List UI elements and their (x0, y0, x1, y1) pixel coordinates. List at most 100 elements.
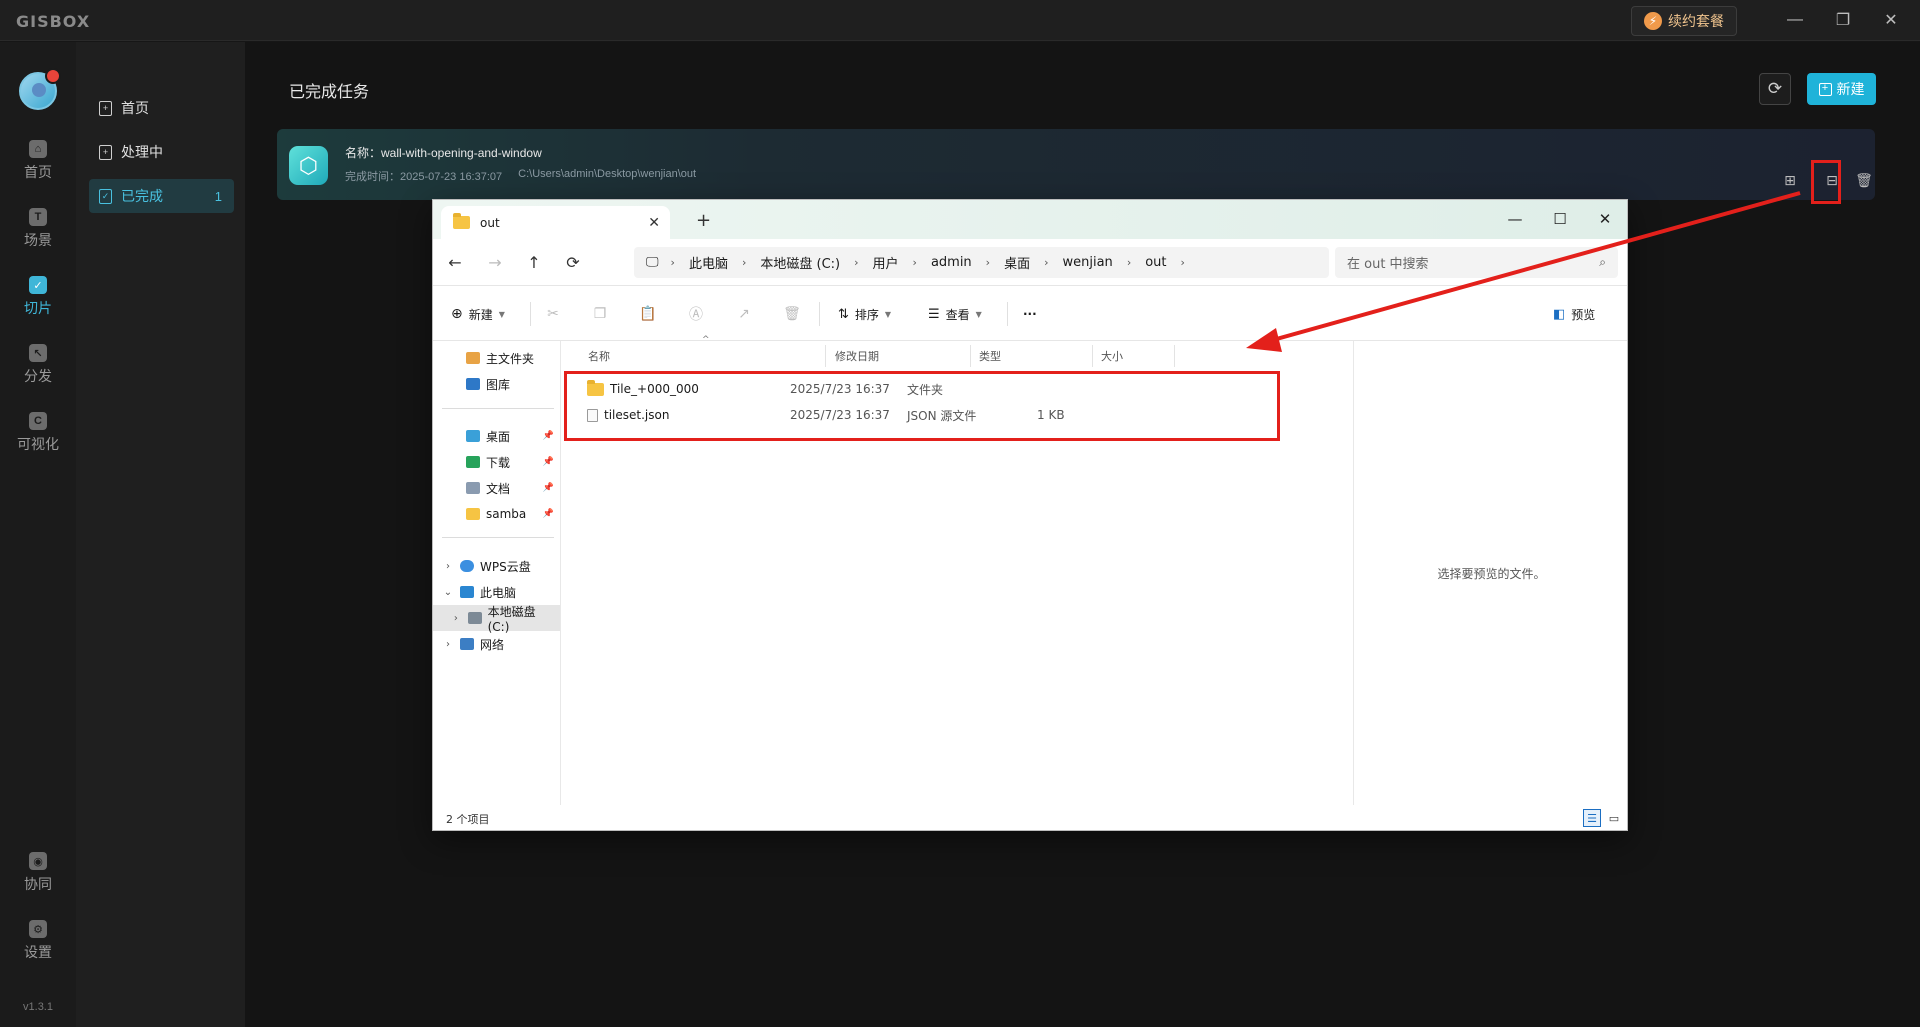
navigation-pane: 主文件夹 图库 桌面 📌 下载 📌 文档 📌 samba 📌 › WPS云盘 ⌄… (433, 341, 561, 805)
close-icon: ✕ (1884, 12, 1898, 29)
rail-item-scene[interactable]: T 场景 (0, 208, 76, 260)
new-item-button[interactable]: ⊕ 新建 ▼ (451, 300, 505, 328)
breadcrumb-item[interactable]: out (1137, 255, 1174, 270)
chevron-down-icon: ▼ (884, 309, 892, 319)
column-header-name[interactable]: 名称 (582, 345, 826, 367)
subnav-item-processing[interactable]: + 处理中 (89, 135, 234, 169)
renew-plan-button[interactable]: ⚡ 续约套餐 (1631, 6, 1737, 36)
nav-item-home[interactable]: 主文件夹 (433, 345, 560, 371)
nav-item-network[interactable]: › 网络 (433, 631, 560, 657)
close-button[interactable]: ✕ (1878, 8, 1904, 32)
version-label: v1.3.1 (23, 1001, 53, 1013)
sort-label: 排序 (854, 307, 879, 322)
more-options-button[interactable]: ··· (1023, 300, 1037, 328)
cube-icon: ⬡ (289, 146, 328, 185)
computer-icon: 🖵 (646, 255, 659, 270)
column-header-type[interactable]: 类型 (973, 345, 1093, 367)
breadcrumb-item[interactable]: admin (923, 255, 980, 270)
add-circle-icon: ⊕ (451, 306, 463, 322)
task-path: C:\Users\admin\Desktop\wenjian\out (518, 168, 697, 180)
rail-item-collab[interactable]: ◉ 协同 (0, 852, 76, 904)
cut-button[interactable]: ✂ (540, 300, 566, 328)
subnav-item-home[interactable]: + 首页 (89, 91, 234, 125)
nav-item-this-pc[interactable]: ⌄ 此电脑 (433, 579, 560, 605)
breadcrumb-item[interactable]: 此电脑 (681, 253, 736, 272)
rail-item-settings[interactable]: ⚙ 设置 (0, 920, 76, 972)
details-view-button[interactable]: ☰ (1583, 809, 1601, 827)
divider (442, 408, 554, 409)
paste-button[interactable]: 📋 (635, 300, 661, 328)
forward-button[interactable]: → (483, 250, 507, 274)
nav-item-local-disk[interactable]: › 本地磁盘 (C:) (433, 604, 560, 634)
divider (819, 302, 820, 326)
subnav-item-completed[interactable]: ✓ 已完成 1 (89, 179, 234, 213)
nav-item-label: 本地磁盘 (C:) (487, 604, 536, 634)
explorer-tab[interactable]: out ✕ (441, 206, 670, 239)
refresh-button[interactable]: ⟳ (561, 250, 585, 274)
tiles-view-button[interactable]: ▭ (1605, 809, 1623, 827)
subnav-item-label: 首页 (121, 100, 149, 116)
avatar[interactable] (19, 68, 61, 110)
home-folder-icon (466, 352, 480, 364)
breadcrumb-item[interactable]: 用户 (865, 253, 907, 272)
new-task-button[interactable]: + 新建 (1807, 73, 1876, 105)
rail-item-visualization[interactable]: C 可视化 (0, 412, 76, 464)
breadcrumb-item[interactable]: wenjian (1055, 255, 1121, 270)
nav-item-gallery[interactable]: 图库 (433, 371, 560, 397)
preview-label: 预览 (1571, 307, 1596, 322)
sort-button[interactable]: ⇅ 排序 ▼ (838, 300, 891, 328)
annotation-highlight-files (564, 371, 1280, 441)
rail-item-label: 首页 (24, 164, 52, 180)
nav-item-desktop[interactable]: 桌面 📌 (433, 423, 560, 449)
sort-indicator-icon: ^ (702, 335, 710, 345)
settings-icon: ⚙ (29, 920, 47, 938)
rail-item-home[interactable]: ⌂ 首页 (0, 140, 76, 192)
preview-pane-button[interactable]: ◧ 预览 (1553, 300, 1595, 328)
restore-button[interactable]: ❐ (1830, 8, 1856, 32)
arrow-left-icon: ← (448, 252, 462, 272)
delete-task-button[interactable]: 🗑 (1854, 170, 1874, 190)
nav-item-wps-cloud[interactable]: › WPS云盘 (433, 553, 560, 579)
nav-item-samba[interactable]: samba 📌 (433, 501, 560, 527)
chevron-right-icon: › (453, 612, 458, 624)
column-header-date[interactable]: 修改日期 (829, 345, 971, 367)
nav-item-documents[interactable]: 文档 📌 (433, 475, 560, 501)
share-button[interactable]: ↗ (731, 300, 757, 328)
new-tab-button[interactable]: + (696, 210, 711, 231)
breadcrumb-item[interactable]: 桌面 (996, 253, 1038, 272)
lightning-icon: ⚡ (1644, 12, 1662, 30)
back-button[interactable]: ← (443, 250, 467, 274)
task-card[interactable]: ⬡ 名称：wall-with-opening-and-window 完成时间：2… (277, 129, 1875, 200)
chevron-right-icon: › (985, 256, 991, 269)
view-layout-button[interactable]: ⊞ (1780, 170, 1800, 190)
view-label: 查看 (945, 307, 970, 322)
task-subnav: + 首页 + 处理中 ✓ 已完成 1 (76, 42, 245, 1027)
divider (1007, 302, 1008, 326)
command-bar: ⊕ 新建 ▼ ✂ ❐ 📋 Ⓐ ↗ 🗑 ⇅ 排序 ▼ ☰ 查看 ▼ ··· ◧ 预… (433, 286, 1627, 341)
explorer-close-button[interactable]: ✕ (1586, 204, 1624, 234)
rail-item-label: 可视化 (17, 436, 59, 452)
tab-close-icon[interactable]: ✕ (648, 215, 660, 231)
copy-button[interactable]: ❐ (587, 300, 613, 328)
rename-button[interactable]: Ⓐ (683, 300, 709, 328)
slice-icon: ✓ (29, 276, 47, 294)
breadcrumb[interactable]: 🖵 › 此电脑 › 本地磁盘 (C:) › 用户 › admin › 桌面 › … (634, 247, 1329, 278)
home-icon: ⌂ (29, 140, 47, 158)
chevron-right-icon: › (741, 256, 747, 269)
refresh-button[interactable]: ⟳ (1759, 73, 1791, 105)
completed-document-icon: ✓ (99, 188, 112, 204)
view-button[interactable]: ☰ 查看 ▼ (928, 300, 982, 328)
arrow-right-icon: → (488, 252, 502, 272)
rail-item-distribute[interactable]: ↖ 分发 (0, 344, 76, 396)
search-input[interactable]: 在 out 中搜索 ⌕ (1335, 247, 1618, 278)
minimize-button[interactable]: — (1782, 8, 1808, 32)
breadcrumb-item[interactable]: 本地磁盘 (C:) (752, 253, 848, 272)
nav-item-label: 下载 (486, 455, 511, 470)
nav-item-downloads[interactable]: 下载 📌 (433, 449, 560, 475)
rail-item-slice[interactable]: ✓ 切片 (0, 276, 76, 328)
explorer-maximize-button[interactable]: ☐ (1541, 204, 1579, 234)
explorer-minimize-button[interactable]: — (1496, 204, 1534, 234)
delete-button[interactable]: 🗑 (779, 300, 805, 328)
column-header-size[interactable]: 大小 (1095, 345, 1175, 367)
up-button[interactable]: ↑ (522, 250, 546, 274)
